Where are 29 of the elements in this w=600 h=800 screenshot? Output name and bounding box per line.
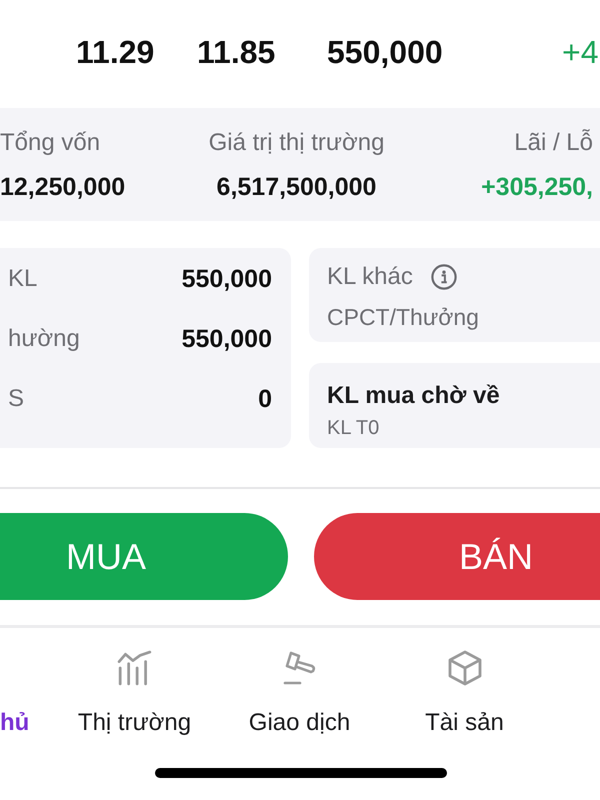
- gavel-icon: [282, 650, 318, 686]
- summary-value: 12,250,000: [0, 172, 126, 202]
- tab-item[interactable]: Tài sản: [382, 628, 547, 738]
- pending-buy-title: KL mua chờ về: [327, 381, 500, 411]
- tab-item[interactable]: Giao dịch: [217, 628, 382, 738]
- summary-value: +305,250,: [481, 172, 593, 202]
- other-volume-title: KL khác: [327, 262, 413, 292]
- cube-icon: [446, 650, 482, 686]
- volume-value: 550,000: [182, 324, 272, 354]
- tab-item[interactable]: hủ: [0, 628, 52, 738]
- summary-label: Lãi / Lỗ: [514, 128, 593, 158]
- bar-chart-icon: [116, 650, 152, 686]
- tab-item[interactable]: Thị trường: [52, 628, 217, 738]
- volume-value: 550,000: [182, 264, 272, 294]
- volume-label: KL: [8, 265, 38, 293]
- price-value: 11.85: [197, 33, 276, 72]
- price-change: +4: [562, 33, 600, 72]
- summary-value: 6,517,500,000: [216, 172, 376, 202]
- volume-label: S: [8, 385, 24, 413]
- price-value: 11.29: [76, 33, 156, 72]
- price-value: 550,000: [327, 33, 444, 72]
- summary-label: Tổng vốn: [0, 128, 100, 158]
- summary-label: Giá trị thị trường: [208, 128, 384, 158]
- info-icon[interactable]: [430, 264, 457, 290]
- pending-buy-subtitle: KL T0: [327, 416, 380, 441]
- other-volume-subtitle: CPCT/Thưởng: [327, 303, 479, 332]
- volume-label: hường: [8, 325, 80, 353]
- volume-value: 0: [258, 384, 272, 414]
- sell-button[interactable]: BÁN: [314, 513, 600, 600]
